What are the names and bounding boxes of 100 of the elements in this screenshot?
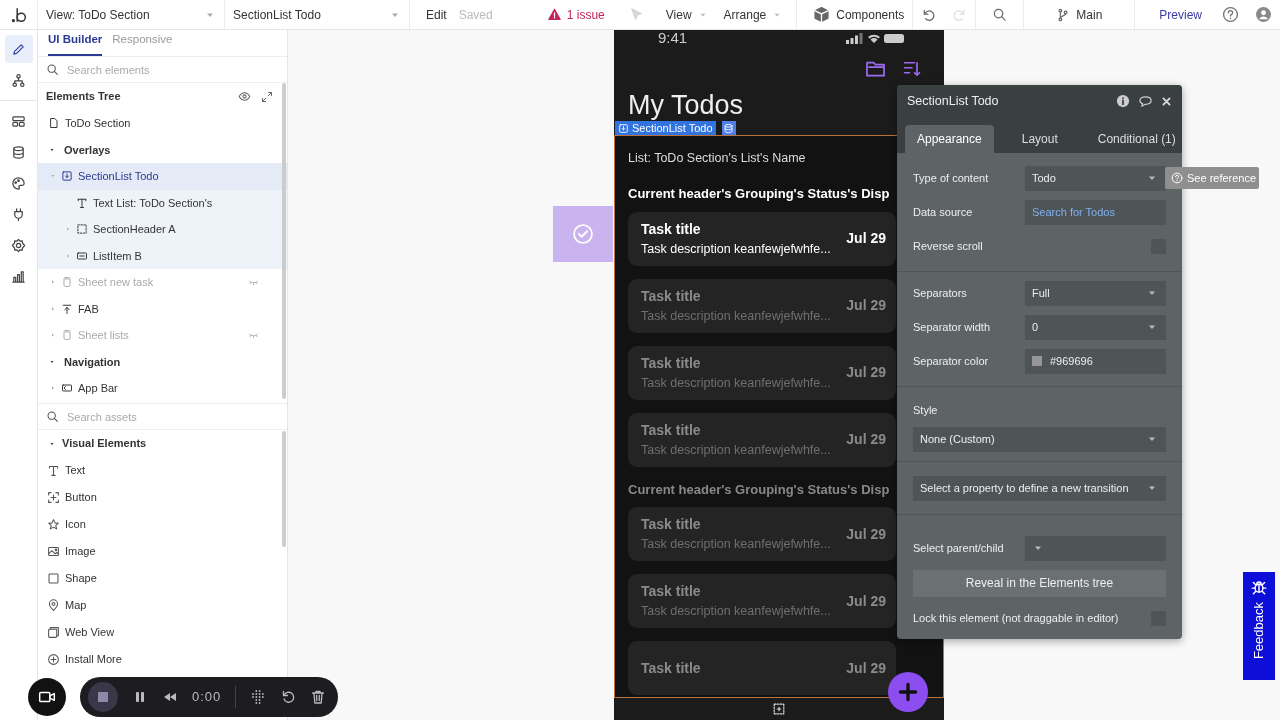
dropdown[interactable]: None (Custom) xyxy=(913,426,1166,452)
task-title: Task title xyxy=(641,515,702,535)
asset-group-heading[interactable]: Visual Elements xyxy=(38,430,287,457)
eye-icon[interactable] xyxy=(238,90,251,103)
avatar-icon[interactable] xyxy=(1255,6,1272,23)
issues-button[interactable]: 1 issue xyxy=(539,0,613,29)
color-field[interactable]: #969696 xyxy=(1025,348,1166,374)
asset-item[interactable]: Install More xyxy=(38,646,287,673)
section-header: Current header's Grouping's Status's Disp xyxy=(628,185,891,203)
asset-item[interactable]: Web View xyxy=(38,619,287,646)
group-icon xyxy=(76,223,88,236)
field-label: Data source xyxy=(913,204,974,220)
database-badge[interactable] xyxy=(721,121,736,135)
tree-item[interactable]: ToDo Section xyxy=(38,110,287,137)
plus-icon xyxy=(897,681,919,703)
task-card[interactable]: Task title Task description keanfewjefwhfe... Jul 29 xyxy=(628,507,896,561)
stop-button[interactable] xyxy=(88,682,118,712)
tree-section-heading[interactable]: Overlays xyxy=(38,136,287,163)
layout-icon xyxy=(11,113,26,129)
field-label: Separator width xyxy=(913,319,992,335)
tree-item[interactable]: ListItem B xyxy=(38,242,287,269)
list-icon xyxy=(618,122,629,134)
task-title: Task title xyxy=(641,353,702,373)
asset-item[interactable]: Button xyxy=(38,484,287,511)
element-dropdown[interactable]: SectionList Todo xyxy=(225,0,409,29)
webview-icon xyxy=(47,626,60,639)
toolbar-menu[interactable]: View xyxy=(657,0,716,29)
dropdown[interactable]: Todo xyxy=(1025,165,1166,191)
search-field[interactable]: Search assets xyxy=(65,405,287,428)
preview-link[interactable]: Preview xyxy=(1159,5,1202,24)
image-icon xyxy=(47,545,60,558)
text-icon xyxy=(47,464,60,477)
close-icon[interactable] xyxy=(1161,95,1172,107)
tree-item[interactable]: FAB xyxy=(38,295,287,322)
asset-item[interactable]: Map xyxy=(38,592,287,619)
hierarchy-icon xyxy=(11,72,26,88)
field-label: Type of content xyxy=(913,170,990,186)
trash-icon[interactable] xyxy=(310,689,327,705)
button-icon xyxy=(47,491,60,504)
asset-item[interactable]: Shape xyxy=(38,565,287,592)
dropdown[interactable]: Select a property to define a new transition xyxy=(913,475,1166,501)
task-card[interactable]: Task title Task description keanfewjefwhfe... Jul 29 xyxy=(628,345,896,400)
add-button[interactable] xyxy=(888,672,928,712)
task-card[interactable]: Task title Task description keanfewjefwhfe... Jul 29 xyxy=(628,412,896,467)
grid-icon[interactable] xyxy=(250,689,267,705)
field-label: Select parent/child xyxy=(913,540,1005,556)
task-card[interactable]: Task title Task description keanfewjefwhfe... Jul 29 xyxy=(628,278,896,333)
check-circle-icon xyxy=(572,223,594,245)
help-icon[interactable] xyxy=(1222,6,1239,23)
database-icon xyxy=(723,122,735,134)
dropdown[interactable]: Full xyxy=(1025,280,1166,306)
selection-icon[interactable] xyxy=(772,702,786,716)
task-date: Jul 29 xyxy=(846,430,886,449)
panel-tab[interactable]: Layout xyxy=(1009,125,1070,153)
branch-button[interactable]: Main xyxy=(1048,0,1111,29)
warning-icon xyxy=(547,8,561,21)
tree-item[interactable]: SectionHeader A xyxy=(38,216,287,243)
task-card[interactable]: Task title Task description keanfewjefwhfe... Jul 29 xyxy=(628,574,896,628)
task-card[interactable]: Task title Jul 29 xyxy=(628,641,896,695)
asset-item[interactable]: Icon xyxy=(38,511,287,538)
selection-label: SectionList Todo xyxy=(615,121,716,135)
edit-menu[interactable]: Edit xyxy=(418,0,455,29)
settings-icon xyxy=(11,237,26,253)
panel-tab[interactable]: Appearance xyxy=(905,125,994,153)
tree-item[interactable]: App Bar xyxy=(38,375,287,402)
panel-tab[interactable]: UI Builder xyxy=(48,30,103,56)
reset-icon[interactable] xyxy=(280,689,297,705)
database-icon xyxy=(11,144,26,160)
undo-icon[interactable] xyxy=(921,7,937,22)
sort-icon[interactable] xyxy=(902,59,922,79)
task-card[interactable]: Task title Task description keanfewjefwhfe... Jul 29 xyxy=(628,211,896,266)
logo-icon[interactable] xyxy=(9,5,28,24)
pencil-icon xyxy=(11,41,26,57)
components-button[interactable]: Components xyxy=(805,0,913,29)
asset-item[interactable]: Text xyxy=(38,457,287,484)
comment-icon[interactable] xyxy=(1138,93,1153,109)
toolbar-menu[interactable]: Arrange xyxy=(715,0,791,29)
reveal-button[interactable]: Reveal in the Elements tree xyxy=(913,569,1166,597)
expand-icon[interactable] xyxy=(261,90,273,103)
task-date: Jul 29 xyxy=(846,229,886,248)
task-title: Task title xyxy=(641,286,702,306)
chart-icon xyxy=(11,268,26,284)
section-header: Current header's Grouping's Status's Disp xyxy=(628,480,891,499)
task-date: Jul 29 xyxy=(846,658,886,678)
task-title: Task title xyxy=(641,219,702,239)
asset-item[interactable]: Image xyxy=(38,538,287,565)
page-dropdown[interactable]: View: ToDo Section xyxy=(38,0,224,29)
list-label: List: ToDo Section's List's Name xyxy=(628,150,807,167)
panel-tab[interactable]: Conditional (1) xyxy=(1085,125,1188,153)
search-icon[interactable] xyxy=(992,7,1008,22)
pencil-tab[interactable] xyxy=(4,35,33,63)
dropdown[interactable]: 0 xyxy=(1025,314,1166,340)
task-date: Jul 29 xyxy=(846,591,886,611)
info-icon[interactable] xyxy=(1116,94,1130,108)
tree-item[interactable]: Text List: ToDo Section's xyxy=(38,189,287,216)
color-swatch xyxy=(1032,356,1042,366)
tree-item[interactable]: SectionList Todo xyxy=(38,163,287,190)
feedback-tab[interactable]: Feedback xyxy=(1243,572,1275,680)
search-field[interactable]: Search elements xyxy=(65,58,287,81)
tree-section-heading[interactable]: Navigation xyxy=(38,348,287,375)
